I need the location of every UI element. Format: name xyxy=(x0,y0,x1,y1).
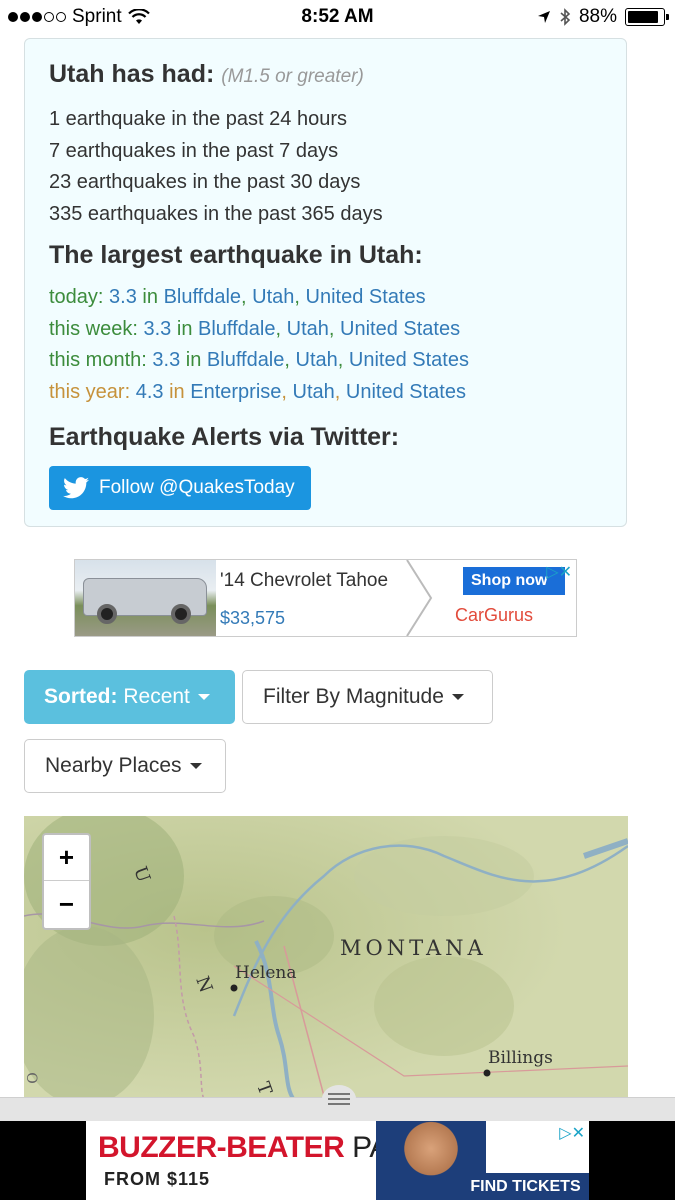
period-label: this year: xyxy=(49,380,131,403)
cargurus-logo: CarGurus xyxy=(455,605,534,625)
status-bar: Sprint 8:52 AM 88% xyxy=(0,0,675,34)
quake-counts: 1 earthquake in the past 24 hours 7 eart… xyxy=(49,104,602,230)
quake-summary-panel: Utah has had: (M1.5 or greater) 1 earthq… xyxy=(24,38,627,527)
largest-week: this week: 3.3 in Bluffdale, Utah, Unite… xyxy=(49,317,461,340)
largest-list: today: 3.3 in Bluffdale, Utah, United St… xyxy=(49,282,602,408)
nearby-places-button[interactable]: Nearby Places xyxy=(24,739,226,793)
status-right: 88% xyxy=(537,6,669,28)
country-link[interactable]: United States xyxy=(340,318,460,340)
state-link[interactable]: Utah xyxy=(296,349,338,371)
car-ad-banner[interactable]: '14 Chevrolet Tahoe $33,575 Shop now ▷✕ … xyxy=(74,559,577,637)
in-label: in xyxy=(185,349,202,371)
filter-magnitude-button[interactable]: Filter By Magnitude xyxy=(242,670,493,724)
map-state-label: MONTANA xyxy=(340,936,487,960)
sort-value: Recent xyxy=(123,685,190,708)
bluetooth-icon xyxy=(560,8,571,26)
country-link[interactable]: United States xyxy=(346,381,466,403)
in-label: in xyxy=(176,317,193,340)
count-30d: 23 earthquakes in the past 30 days xyxy=(49,171,361,193)
country-link[interactable]: United States xyxy=(306,286,426,308)
caret-down-icon xyxy=(451,694,464,700)
twitter-bird-icon xyxy=(63,477,89,499)
largest-month: this month: 3.3 in Bluffdale, Utah, Unit… xyxy=(49,349,469,371)
twitter-follow-button[interactable]: Follow @QuakesToday xyxy=(49,466,311,510)
count-24h: 1 earthquake in the past 24 hours xyxy=(49,108,347,130)
filter-label: Filter By Magnitude xyxy=(263,685,444,708)
summary-subtitle: (M1.5 or greater) xyxy=(221,66,364,87)
zoom-in-button[interactable]: + xyxy=(44,835,89,881)
ticket-ad-banner[interactable]: BUZZER-BEATER PACK FROM $115 FIND TICKET… xyxy=(86,1121,589,1200)
state-link[interactable]: Utah xyxy=(252,286,294,308)
magnitude-link[interactable]: 3.3 xyxy=(144,318,172,340)
zoom-out-button[interactable]: − xyxy=(44,881,89,927)
car-ad-price: $33,575 xyxy=(220,608,286,628)
city-link[interactable]: Bluffdale xyxy=(198,318,275,340)
period-label: this week: xyxy=(49,317,138,340)
magnitude-link[interactable]: 3.3 xyxy=(109,286,137,308)
map-side-label: O xyxy=(25,1072,42,1084)
chevron-right-icon xyxy=(406,560,433,636)
twitter-follow-label: Follow @QuakesToday xyxy=(99,477,295,498)
largest-heading: The largest earthquake in Utah: xyxy=(49,241,423,269)
alerts-heading: Earthquake Alerts via Twitter: xyxy=(49,423,400,451)
bottom-ad-container: BUZZER-BEATER PACK FROM $115 FIND TICKET… xyxy=(0,1121,675,1200)
city-link[interactable]: Bluffdale xyxy=(164,286,241,308)
sort-dropdown-button[interactable]: Sorted: Recent xyxy=(24,670,235,724)
battery-icon xyxy=(625,8,669,26)
drawer-handle-icon[interactable] xyxy=(322,1085,356,1113)
period-label: this month: xyxy=(49,349,147,371)
country-link[interactable]: United States xyxy=(349,349,469,371)
ticket-ad-headline-main: BUZZER-BEATER xyxy=(98,1131,345,1164)
summary-heading: Utah has had: (M1.5 or greater) xyxy=(49,59,602,92)
magnitude-link[interactable]: 4.3 xyxy=(136,381,164,403)
adchoices-icon[interactable]: ▷✕ xyxy=(546,562,572,582)
summary-title: Utah has had: xyxy=(49,60,215,88)
count-7d: 7 earthquakes in the past 7 days xyxy=(49,139,339,162)
map-city-billings: Billings xyxy=(488,1048,553,1068)
in-label: in xyxy=(169,380,185,403)
state-link[interactable]: Utah xyxy=(293,381,335,403)
sort-label: Sorted: xyxy=(44,685,118,708)
car-ad-photo xyxy=(75,560,216,636)
find-tickets-button[interactable]: FIND TICKETS xyxy=(462,1173,589,1200)
quake-map[interactable]: MONTANA Helena Billings U N T O + − xyxy=(24,816,628,1100)
map-city-helena: Helena xyxy=(235,963,297,983)
map-zoom-control: + − xyxy=(42,833,91,930)
city-link[interactable]: Enterprise xyxy=(190,381,281,403)
largest-year: this year: 4.3 in Enterprise, Utah, Unit… xyxy=(49,380,466,403)
caret-down-icon xyxy=(189,763,202,769)
nearby-label: Nearby Places xyxy=(45,754,182,777)
location-arrow-icon xyxy=(537,11,550,23)
adchoices-icon[interactable]: ▷✕ xyxy=(559,1123,585,1143)
state-link[interactable]: Utah xyxy=(287,318,329,340)
city-link[interactable]: Bluffdale xyxy=(207,349,284,371)
caret-down-icon xyxy=(197,694,210,700)
period-label: today: xyxy=(49,286,104,308)
count-365d: 335 earthquakes in the past 365 days xyxy=(49,202,383,225)
magnitude-link[interactable]: 3.3 xyxy=(152,349,180,371)
car-ad-headline: '14 Chevrolet Tahoe xyxy=(220,570,389,591)
ticket-ad-price: FROM $115 xyxy=(104,1169,211,1189)
battery-percent: 88% xyxy=(578,6,617,27)
largest-today: today: 3.3 in Bluffdale, Utah, United St… xyxy=(49,286,426,308)
in-label: in xyxy=(142,286,158,308)
